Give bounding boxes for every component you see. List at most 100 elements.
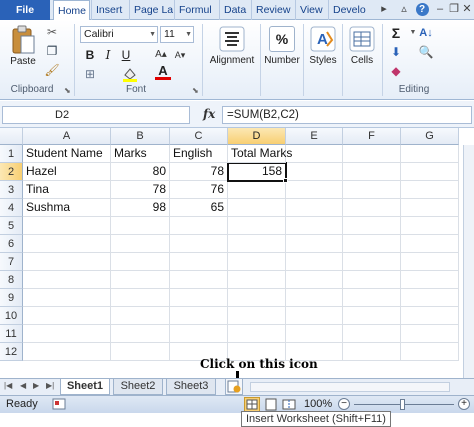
prev-sheet-icon[interactable]: ◀ — [20, 381, 26, 390]
cell-g6[interactable] — [401, 235, 459, 253]
cell-c3[interactable]: 76 — [170, 181, 228, 199]
cell-e5[interactable] — [286, 217, 343, 235]
cell-d7[interactable] — [228, 253, 286, 271]
cell-g1[interactable] — [401, 145, 459, 163]
cell-f10[interactable] — [343, 307, 401, 325]
name-box[interactable]: D2 — [2, 106, 190, 124]
paste-button[interactable]: Paste — [6, 24, 40, 67]
zoom-out-icon[interactable]: − — [338, 398, 350, 410]
tab-review[interactable]: Review — [251, 0, 294, 20]
tab-insert[interactable]: Insert — [91, 0, 128, 20]
sheet-tab[interactable]: Sheet2 — [113, 379, 163, 395]
cell-e9[interactable] — [286, 289, 343, 307]
last-sheet-icon[interactable]: ▶| — [46, 381, 54, 390]
cell-c2[interactable]: 78 — [170, 163, 228, 181]
cell-g4[interactable] — [401, 199, 459, 217]
cell-a3[interactable]: Tina — [23, 181, 111, 199]
column-header[interactable]: E — [286, 128, 343, 145]
insert-function-icon[interactable]: fx — [203, 107, 215, 121]
cell-c6[interactable] — [170, 235, 228, 253]
cell-b5[interactable] — [111, 217, 170, 235]
cell-a1[interactable]: Student Name — [23, 145, 111, 163]
cell-e10[interactable] — [286, 307, 343, 325]
tab-developer[interactable]: Develo — [328, 0, 370, 20]
cell-c1[interactable]: English — [170, 145, 228, 163]
font-launcher-icon[interactable]: ⬊ — [192, 86, 199, 95]
fill-color-icon[interactable] — [122, 66, 138, 82]
tab-data[interactable]: Data — [219, 0, 250, 20]
column-header[interactable]: B — [111, 128, 170, 145]
cell-b11[interactable] — [111, 325, 170, 343]
cell-a10[interactable] — [23, 307, 111, 325]
cell-e2[interactable] — [286, 163, 343, 181]
row-header[interactable]: 7 — [0, 253, 23, 271]
fill-icon[interactable]: ⬇ — [388, 44, 404, 60]
cell-d5[interactable] — [228, 217, 286, 235]
cell-e8[interactable] — [286, 271, 343, 289]
cell-b7[interactable] — [111, 253, 170, 271]
cell-d1[interactable]: Total Marks — [228, 145, 292, 163]
cell-g3[interactable] — [401, 181, 459, 199]
row-header[interactable]: 12 — [0, 343, 23, 361]
font-name-combo[interactable]: Calibri ▼ — [80, 26, 158, 43]
cell-b3[interactable]: 78 — [111, 181, 170, 199]
cell-g5[interactable] — [401, 217, 459, 235]
cell-e3[interactable] — [286, 181, 343, 199]
cell-f8[interactable] — [343, 271, 401, 289]
cell-c9[interactable] — [170, 289, 228, 307]
tab-page-layout[interactable]: Page La — [129, 0, 173, 20]
row-header[interactable]: 11 — [0, 325, 23, 343]
cell-b6[interactable] — [111, 235, 170, 253]
sheet-tab[interactable]: Sheet3 — [166, 379, 216, 395]
cell-a6[interactable] — [23, 235, 111, 253]
row-header[interactable]: 8 — [0, 271, 23, 289]
styles-button[interactable]: A Styles — [305, 26, 341, 66]
cell-d4[interactable] — [228, 199, 286, 217]
format-painter-icon[interactable]: 🖌 — [44, 62, 60, 78]
help-icon[interactable]: ? — [414, 2, 430, 17]
cell-c8[interactable] — [170, 271, 228, 289]
bold-button[interactable]: B — [82, 47, 98, 63]
row-header[interactable]: 6 — [0, 235, 23, 253]
tab-home[interactable]: Home — [53, 0, 90, 21]
macro-record-icon[interactable] — [52, 398, 66, 416]
underline-button[interactable]: U — [118, 47, 134, 63]
cell-f1[interactable] — [343, 145, 401, 163]
cell-g7[interactable] — [401, 253, 459, 271]
cell-f11[interactable] — [343, 325, 401, 343]
cell-a11[interactable] — [23, 325, 111, 343]
shrink-font-icon[interactable]: A▾ — [172, 47, 188, 63]
column-header-selected[interactable]: D — [228, 128, 286, 145]
cell-g2[interactable] — [401, 163, 459, 181]
cell-f7[interactable] — [343, 253, 401, 271]
cell-e7[interactable] — [286, 253, 343, 271]
cell-g12[interactable] — [401, 343, 459, 361]
row-header[interactable]: 1 — [0, 145, 23, 163]
tab-view[interactable]: View — [295, 0, 327, 20]
ribbon-scroll-icon[interactable]: ▸ — [376, 2, 392, 17]
alignment-button[interactable]: Alignment — [206, 26, 258, 66]
column-header[interactable]: F — [343, 128, 401, 145]
font-color-icon[interactable]: A — [155, 64, 171, 80]
next-sheet-icon[interactable]: ▶ — [33, 381, 39, 390]
cell-d2[interactable]: 158 — [228, 163, 286, 181]
cell-b12[interactable] — [111, 343, 170, 361]
borders-icon[interactable]: ⊞ — [82, 66, 98, 82]
cell-g8[interactable] — [401, 271, 459, 289]
cell-g11[interactable] — [401, 325, 459, 343]
font-size-combo[interactable]: 11 ▼ — [160, 26, 194, 43]
copy-icon[interactable]: ❐ — [44, 43, 60, 59]
autosum-icon[interactable]: Σ — [388, 25, 404, 41]
cell-b1[interactable]: Marks — [111, 145, 170, 163]
cell-g9[interactable] — [401, 289, 459, 307]
italic-button[interactable]: I — [100, 47, 116, 63]
cell-a7[interactable] — [23, 253, 111, 271]
column-header[interactable]: C — [170, 128, 228, 145]
cell-b4[interactable]: 98 — [111, 199, 170, 217]
cell-c5[interactable] — [170, 217, 228, 235]
find-select-icon[interactable]: 🔍 — [418, 44, 434, 60]
horizontal-scrollbar[interactable] — [250, 382, 450, 392]
row-header[interactable]: 9 — [0, 289, 23, 307]
cut-icon[interactable]: ✂ — [44, 24, 60, 40]
close-icon[interactable]: ✕ — [459, 2, 474, 17]
